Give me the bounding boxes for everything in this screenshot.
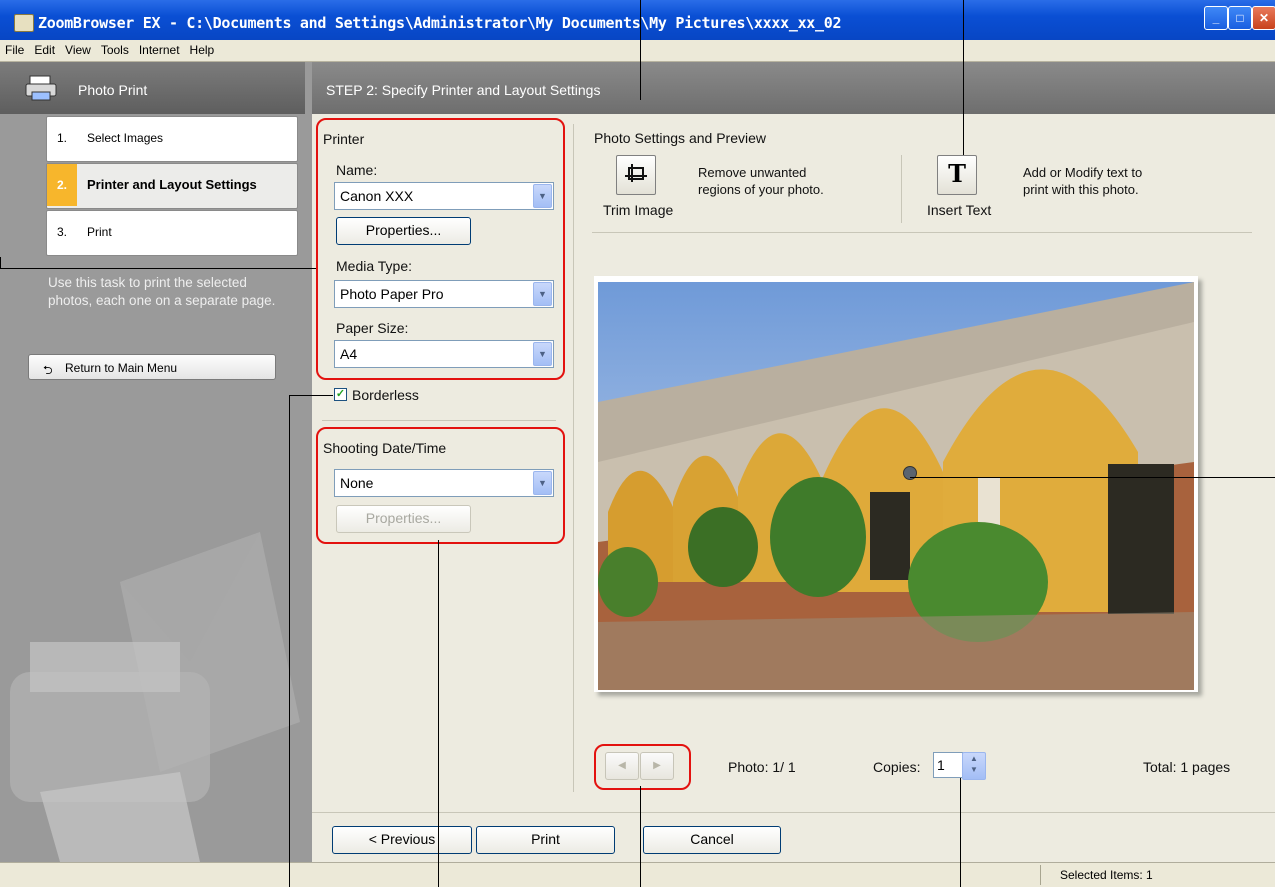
step-number: 1. <box>56 131 67 145</box>
step-header: STEP 2: Specify Printer and Layout Setti… <box>312 62 1275 114</box>
menu-tools[interactable]: Tools <box>96 40 134 57</box>
menu-edit[interactable]: Edit <box>29 40 60 57</box>
step-header-title: STEP 2: Specify Printer and Layout Setti… <box>326 82 601 98</box>
close-button[interactable]: ✕ <box>1252 6 1275 30</box>
previous-button[interactable]: < Previous <box>332 826 472 854</box>
next-photo-button[interactable]: ▶ <box>640 752 674 780</box>
section-divider <box>322 420 556 421</box>
total-pages: Total: 1 pages <box>1143 759 1231 775</box>
shooting-date-title: Shooting Date/Time <box>323 440 447 456</box>
photo-preview[interactable] <box>598 282 1194 690</box>
callout-line-photo <box>910 477 1275 478</box>
print-button[interactable]: Print <box>476 826 615 854</box>
step-select-images[interactable]: 1. Select Images <box>46 116 298 162</box>
media-type-value: Photo Paper Pro <box>340 286 444 302</box>
title-bar[interactable]: ZoomBrowser EX - C:\Documents and Settin… <box>0 0 1275 40</box>
return-arrow-icon: ⮌ <box>43 363 53 377</box>
menu-view[interactable]: View <box>60 40 96 57</box>
callout-line-nav <box>640 786 641 887</box>
tool-divider <box>901 155 902 223</box>
media-type-select[interactable]: Photo Paper Pro ▼ <box>334 280 554 308</box>
copies-spinner[interactable]: ▲ ▼ <box>962 752 986 780</box>
return-main-menu-button[interactable]: ⮌ Return to Main Menu <box>28 354 276 380</box>
crop-icon <box>625 164 647 182</box>
trim-image-button[interactable] <box>616 155 656 195</box>
bottom-divider <box>312 812 1275 813</box>
shooting-date-value: None <box>340 475 374 491</box>
paper-size-value: A4 <box>340 346 358 362</box>
chevron-down-icon: ▼ <box>533 342 552 366</box>
printer-name-select[interactable]: Canon XXX ▼ <box>334 182 554 210</box>
step-label: Select Images <box>87 131 164 145</box>
paper-size-select[interactable]: A4 ▼ <box>334 340 554 368</box>
previous-photo-button[interactable]: ◀ <box>605 752 639 780</box>
status-bar: Selected Items: 1 <box>0 862 1275 887</box>
printer-icon <box>25 75 57 101</box>
task-description: Use this task to print the selected phot… <box>48 275 276 308</box>
photo-counter: Photo: 1/ 1 <box>728 759 796 775</box>
trim-desc-line1: Remove unwanted <box>698 165 807 180</box>
return-main-menu-label: Return to Main Menu <box>65 361 178 375</box>
maximize-button[interactable]: □ <box>1228 6 1252 30</box>
callout-line-text <box>963 0 964 155</box>
vertical-divider <box>573 124 574 792</box>
preview-title: Photo Settings and Preview <box>594 130 766 146</box>
trim-image-label: Trim Image <box>603 202 674 218</box>
callout-line-trim <box>640 0 641 100</box>
window-title: ZoomBrowser EX - C:\Documents and Settin… <box>38 14 842 32</box>
printer-section-title: Printer <box>323 131 365 147</box>
shooting-date-select[interactable]: None ▼ <box>334 469 554 497</box>
menu-help[interactable]: Help <box>185 40 220 57</box>
arrow-left-icon: ◀ <box>618 760 626 771</box>
paper-size-label: Paper Size: <box>336 320 409 336</box>
step-label: Printer and Layout Settings <box>87 177 257 192</box>
shooting-properties-button[interactable]: Properties... <box>336 505 471 533</box>
chevron-down-icon: ▼ <box>533 282 552 306</box>
preview-divider <box>592 232 1252 233</box>
borderless-checkbox[interactable]: ✓ <box>334 388 347 401</box>
trim-desc-line2: regions of your photo. <box>698 182 824 197</box>
step-print[interactable]: 3. Print <box>46 210 298 256</box>
menu-file[interactable]: File <box>0 40 29 57</box>
task-panel: Photo Print 1. Select Images 2. Printer … <box>0 62 312 862</box>
text-desc-line1: Add or Modify text to <box>1023 165 1143 180</box>
arrow-right-icon: ▶ <box>653 760 661 771</box>
chevron-down-icon: ▼ <box>533 471 552 495</box>
task-panel-header: Photo Print <box>0 62 305 114</box>
printer-name-value: Canon XXX <box>340 188 414 204</box>
printer-illustration <box>10 532 300 862</box>
callout-line-shooting <box>438 540 439 887</box>
callout-line-printer-end <box>0 257 1 269</box>
insert-text-button[interactable]: T <box>937 155 977 195</box>
text-desc-line2: print with this photo. <box>1023 182 1139 197</box>
copies-input[interactable]: 1 <box>933 752 963 778</box>
step-number: 3. <box>56 225 67 239</box>
text-t-icon: T <box>948 159 966 188</box>
selected-items-status: Selected Items: 1 <box>1060 868 1153 882</box>
callout-line-borderless-h <box>289 395 333 396</box>
step-label: Print <box>87 225 112 239</box>
callout-line-borderless-v <box>289 395 290 887</box>
insert-text-label: Insert Text <box>927 202 992 218</box>
borderless-label: Borderless <box>352 387 419 403</box>
printer-properties-button[interactable]: Properties... <box>336 217 471 245</box>
step-printer-layout[interactable]: 2. Printer and Layout Settings <box>46 163 298 209</box>
menu-internet[interactable]: Internet <box>134 40 185 57</box>
media-type-label: Media Type: <box>336 258 413 274</box>
menu-bar: File Edit View Tools Internet Help <box>0 40 1275 62</box>
chevron-up-icon: ▲ <box>970 754 978 763</box>
minimize-button[interactable]: _ <box>1204 6 1228 30</box>
cancel-button[interactable]: Cancel <box>643 826 781 854</box>
app-icon <box>14 14 34 32</box>
task-panel-title: Photo Print <box>78 82 148 98</box>
copies-label: Copies: <box>873 759 921 775</box>
chevron-down-icon: ▼ <box>533 184 552 208</box>
callout-line-printer <box>0 268 316 269</box>
callout-line-copies <box>960 778 961 887</box>
chevron-down-icon: ▼ <box>970 765 978 774</box>
printer-name-label: Name: <box>336 162 378 178</box>
step-number: 2. <box>47 164 77 206</box>
status-separator <box>1040 865 1041 885</box>
